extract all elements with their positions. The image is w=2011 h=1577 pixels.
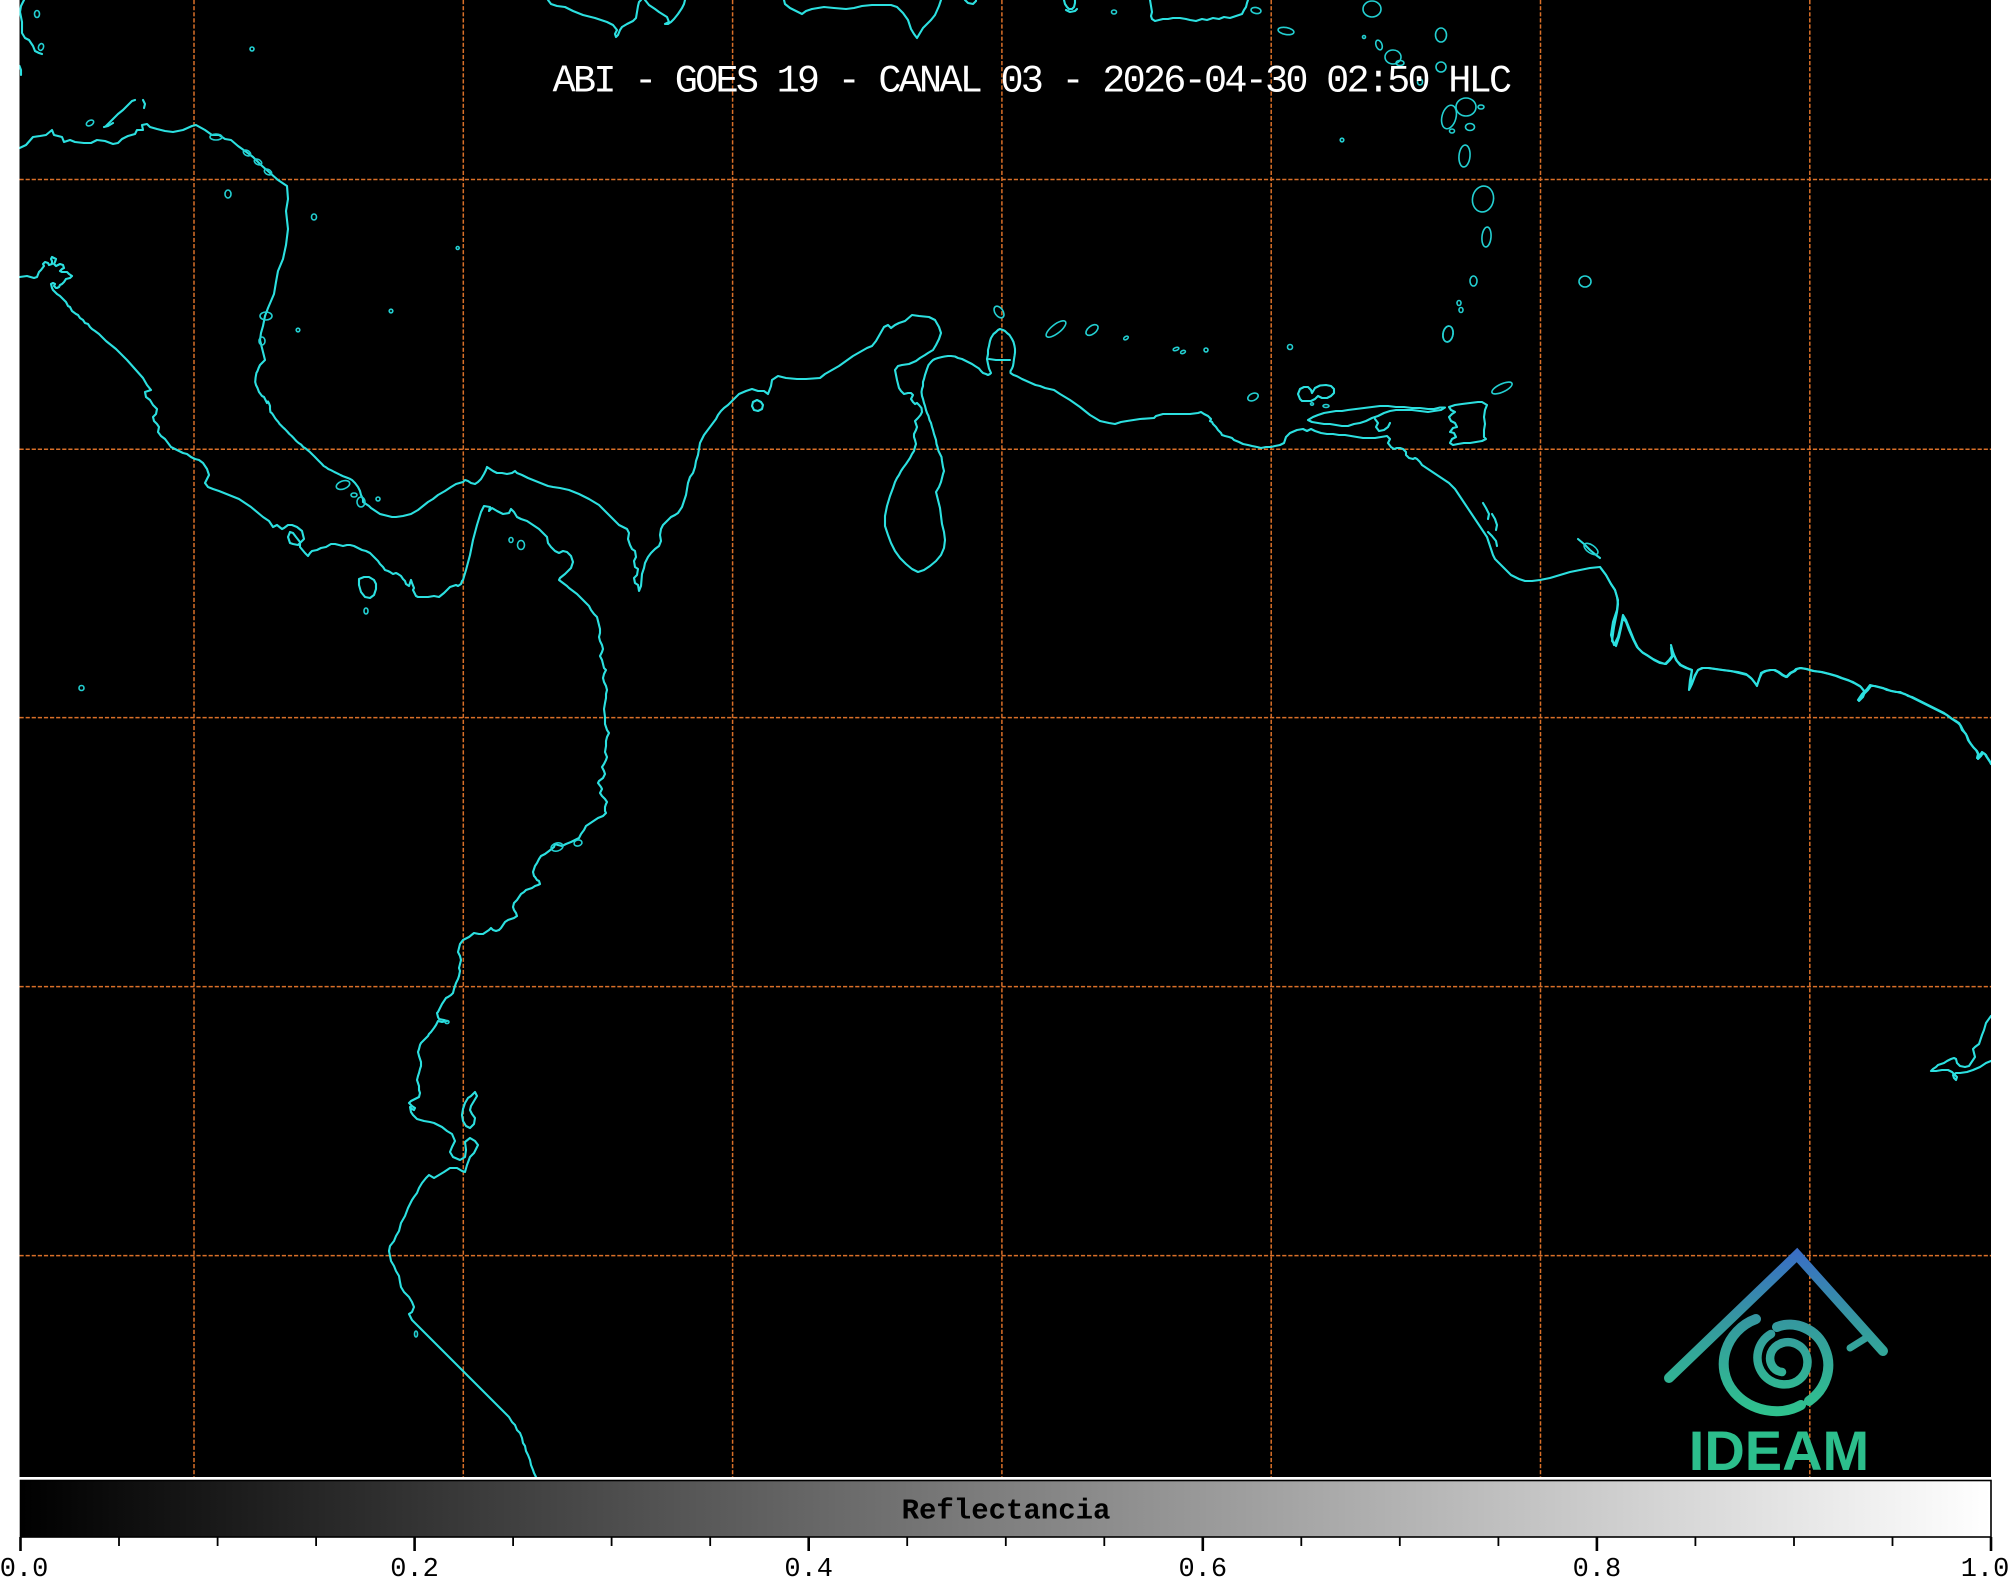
svg-text:1.0: 1.0 — [1961, 1555, 2010, 1577]
svg-text:IDEAM: IDEAM — [1689, 1419, 1869, 1482]
svg-text:Reflectancia: Reflectancia — [902, 1495, 1111, 1528]
svg-text:0.8: 0.8 — [1573, 1555, 1622, 1577]
svg-text:ABI - GOES 19 - CANAL 03 - 202: ABI - GOES 19 - CANAL 03 - 2026-04-30 02… — [553, 60, 1511, 104]
svg-text:0.2: 0.2 — [390, 1555, 439, 1577]
svg-text:0.4: 0.4 — [784, 1555, 833, 1577]
svg-text:0.6: 0.6 — [1178, 1555, 1227, 1577]
svg-text:0.0: 0.0 — [0, 1555, 48, 1577]
